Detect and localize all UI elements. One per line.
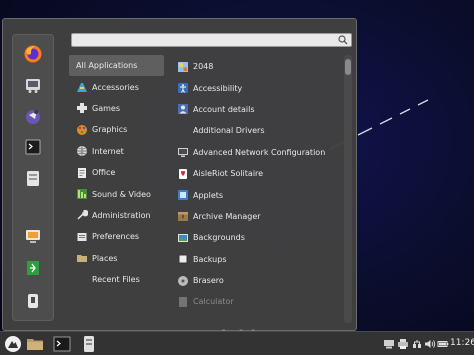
panel-clock[interactable]: 11:26 <box>450 338 474 348</box>
app-brasero[interactable]: Brasero <box>171 270 341 291</box>
app-label: AisleRiot Solitaire <box>193 169 264 179</box>
account-details-icon <box>177 103 189 115</box>
panel-file-manager-launcher[interactable] <box>79 334 99 354</box>
menu-logo-icon <box>5 336 21 352</box>
category-office[interactable]: Office <box>69 162 164 183</box>
printer-tray-icon[interactable] <box>396 337 409 350</box>
battery-tray-icon[interactable] <box>436 337 449 350</box>
app-additional-drivers[interactable]: Additional Drivers <box>171 120 341 141</box>
category-list: All Applications Accessories Games Graph… <box>69 55 164 290</box>
backups-icon <box>177 253 189 265</box>
category-games[interactable]: Games <box>69 98 164 119</box>
network-manager-tray-icon[interactable] <box>410 337 423 350</box>
file-manager-icon[interactable] <box>22 167 44 189</box>
category-label: Accessories <box>92 82 139 92</box>
panel-terminal-launcher[interactable] <box>52 334 72 354</box>
sound-video-icon <box>76 188 88 200</box>
app-label: Applets <box>193 190 224 200</box>
category-all-applications[interactable]: All Applications <box>69 55 164 77</box>
terminal-icon <box>53 336 71 352</box>
app-label: Calculator <box>193 297 234 307</box>
network-tray-icon[interactable] <box>382 337 395 350</box>
app-label: Archive Manager <box>193 211 261 221</box>
category-recent-files[interactable]: Recent Files <box>69 269 164 290</box>
app-backgrounds[interactable]: Backgrounds <box>171 227 341 248</box>
app-applets[interactable]: Applets <box>171 184 341 205</box>
solitaire-icon <box>177 168 189 180</box>
2048-icon <box>177 61 189 73</box>
category-label: Sound & Video <box>92 189 151 199</box>
network-icon <box>177 146 189 158</box>
category-internet[interactable]: Internet <box>69 141 164 162</box>
category-label: Internet <box>92 146 124 156</box>
file-manager-icon <box>84 336 94 352</box>
accessibility-icon <box>177 82 189 94</box>
search-input[interactable] <box>75 34 333 46</box>
office-icon <box>76 167 88 179</box>
category-label: All Applications <box>76 61 138 71</box>
favorites-sidebar <box>12 34 54 321</box>
app-2048[interactable]: 2048 <box>171 56 341 77</box>
category-label: Administration <box>92 210 151 220</box>
backgrounds-icon <box>177 232 189 244</box>
category-label: Places <box>92 253 118 263</box>
app-backups[interactable]: Backups <box>171 249 341 270</box>
app-archive-manager[interactable]: Archive Manager <box>171 206 341 227</box>
app-label: Accessibility <box>193 83 243 93</box>
terminal-icon[interactable] <box>22 136 44 158</box>
applets-icon <box>177 189 189 201</box>
category-accessories[interactable]: Accessories <box>69 76 164 97</box>
menu-button[interactable] <box>3 334 23 354</box>
bottom-panel: 11:26 <box>0 331 474 355</box>
accessories-icon <box>76 81 88 93</box>
category-preferences[interactable]: Preferences <box>69 226 164 247</box>
category-label: Recent Files <box>92 275 140 285</box>
calculator-icon <box>177 296 189 308</box>
category-sound-video[interactable]: Sound & Video <box>69 183 164 204</box>
search-icon <box>338 35 348 45</box>
category-graphics[interactable]: Graphics <box>69 119 164 140</box>
app-label: Additional Drivers <box>193 126 265 136</box>
category-places[interactable]: Places <box>69 248 164 269</box>
category-label: Graphics <box>92 125 128 135</box>
app-aisleriot-solitaire[interactable]: AisleRiot Solitaire <box>171 163 341 184</box>
app-label: Advanced Network Configuration <box>193 147 326 157</box>
places-icon <box>76 252 88 264</box>
shutdown-icon[interactable] <box>22 290 44 312</box>
category-administration[interactable]: Administration <box>69 205 164 226</box>
graphics-icon <box>76 124 88 136</box>
application-menu: All Applications Accessories Games Graph… <box>2 18 357 345</box>
app-label: Brasero <box>193 276 224 286</box>
preferences-icon <box>76 231 88 243</box>
lock-screen-icon[interactable] <box>22 225 44 247</box>
app-accessibility[interactable]: Accessibility <box>171 77 341 98</box>
volume-tray-icon[interactable] <box>423 337 436 350</box>
app-account-details[interactable]: Account details <box>171 99 341 120</box>
app-label: Backgrounds <box>193 233 245 243</box>
category-label: Office <box>92 168 116 178</box>
firefox-icon[interactable] <box>22 43 44 65</box>
app-advanced-network-configuration[interactable]: Advanced Network Configuration <box>171 142 341 163</box>
software-manager-icon[interactable] <box>22 74 44 96</box>
category-label: Preferences <box>92 232 140 242</box>
archive-icon <box>177 210 189 222</box>
logout-icon[interactable] <box>22 257 44 279</box>
application-list-scrollbar[interactable] <box>344 55 352 323</box>
app-label: Backups <box>193 254 227 264</box>
app-label: 2048 <box>193 62 214 72</box>
brasero-icon <box>177 275 189 287</box>
app-label: Account details <box>193 104 255 114</box>
search-field[interactable] <box>71 33 352 47</box>
category-label: Games <box>92 103 120 113</box>
games-icon <box>76 102 88 114</box>
administration-icon <box>76 209 88 221</box>
application-list: 2048 Accessibility Account details Addit… <box>171 56 341 326</box>
system-settings-icon[interactable] <box>22 105 44 127</box>
folder-icon <box>27 339 43 350</box>
panel-files-launcher[interactable] <box>25 334 45 354</box>
scrollbar-thumb[interactable] <box>345 59 351 75</box>
app-calculator[interactable]: Calculator <box>171 291 341 312</box>
internet-icon <box>76 145 88 157</box>
